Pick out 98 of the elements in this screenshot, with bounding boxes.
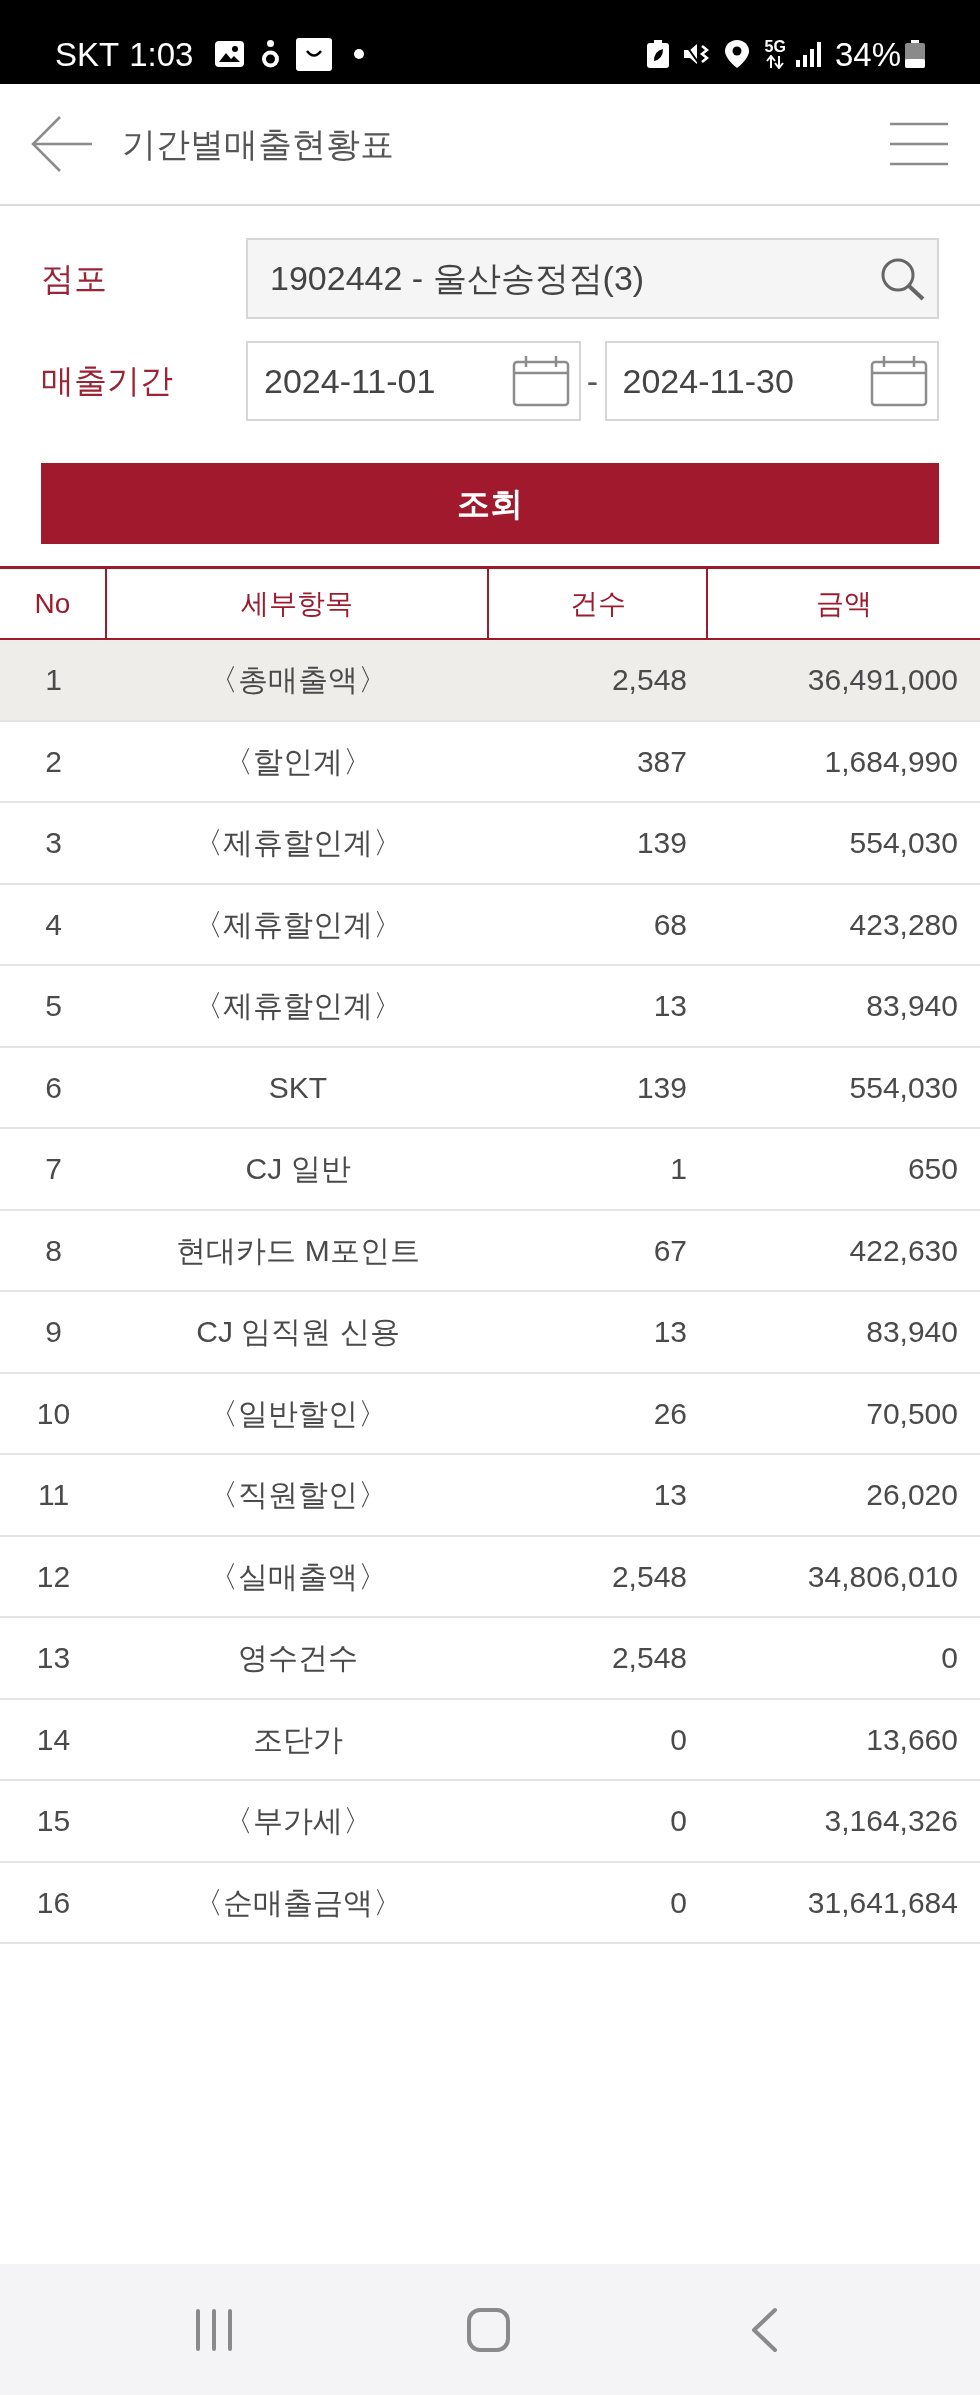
page-title: 기간별매출현황표 <box>122 123 394 165</box>
table-cell-text: 67 <box>652 1232 688 1269</box>
end-date-field[interactable]: 2024-11-30 <box>604 341 939 421</box>
data-arrows-icon <box>765 55 786 69</box>
home-icon[interactable] <box>467 2307 510 2352</box>
table-cell-text: 13 <box>35 1640 72 1677</box>
table-cell-text: 26,020 <box>865 1477 959 1514</box>
network-type: 5G <box>764 39 786 55</box>
store-field[interactable]: 1902442 - 울산송정점(3) <box>246 238 939 319</box>
query-button[interactable]: 조회 <box>41 463 939 544</box>
date-separator: - <box>585 360 600 402</box>
calendar-icon[interactable] <box>870 355 928 407</box>
table-cell-text: 6 <box>44 1069 63 1106</box>
nav-back-icon[interactable] <box>751 2306 778 2353</box>
table-cell-text: 0 <box>669 1884 688 1921</box>
column-header: 건수 <box>489 569 708 638</box>
calendar-icon[interactable] <box>511 355 570 407</box>
table-cell-text: 422,630 <box>848 1232 959 1269</box>
table-cell-text: 영수건수 <box>237 1640 359 1677</box>
table-cell-text: 554,030 <box>848 1069 959 1106</box>
table-cell-text: SKT <box>267 1069 329 1106</box>
table-cell-text: 15 <box>35 1803 72 1840</box>
table-cell-text: 〈총매출액〉 <box>207 662 389 699</box>
table-cell-text: 13 <box>652 1314 688 1351</box>
bag-icon <box>296 37 333 71</box>
table-cell-text: 1 <box>44 662 63 699</box>
carrier-name: SKT <box>55 37 120 71</box>
table-cell-text: 83,940 <box>865 988 959 1025</box>
table-cell-text: 13 <box>652 1477 688 1514</box>
table-cell-text: 〈일반할인〉 <box>207 1395 389 1432</box>
table-cell-text: 2,548 <box>610 1558 688 1595</box>
table-cell-text: 554,030 <box>848 825 959 862</box>
back-arrow-icon[interactable] <box>30 115 93 173</box>
menu-icon[interactable] <box>890 122 948 166</box>
table-cell-text: 〈할인계〉 <box>222 743 374 780</box>
battery-icon <box>905 40 925 68</box>
table-cell-text: 139 <box>635 1069 688 1106</box>
table-cell-text: 0 <box>940 1640 959 1677</box>
table-cell-text: 13,660 <box>865 1721 959 1758</box>
column-header: No <box>0 569 107 638</box>
table-cell-text: 〈제휴할인계〉 <box>192 906 404 943</box>
ring-icon <box>262 40 280 68</box>
table-cell-text: 70,500 <box>865 1395 959 1432</box>
table-cell-text: 31,641,684 <box>806 1884 959 1921</box>
table-cell-text: 〈제휴할인계〉 <box>192 825 404 862</box>
mute-icon <box>682 41 711 67</box>
table-cell-text: 10 <box>35 1395 72 1432</box>
table-cell-text: 14 <box>35 1721 72 1758</box>
search-icon[interactable] <box>879 256 925 301</box>
table-cell-text: 현대카드 M포인트 <box>175 1232 421 1269</box>
battery-leaf-icon <box>646 40 669 68</box>
table-cell-text: 〈부가세〉 <box>222 1803 374 1840</box>
table-cell-text: 〈제휴할인계〉 <box>192 988 404 1025</box>
table-cell-text: 83,940 <box>865 1314 959 1351</box>
table-cell-text: 650 <box>906 1151 959 1188</box>
table-cell-text: 1 <box>669 1151 688 1188</box>
table-cell-text: 387 <box>635 743 688 780</box>
table-cell-text: 0 <box>669 1803 688 1840</box>
column-header: 세부항목 <box>107 569 489 638</box>
table-cell-text: 9 <box>44 1314 63 1351</box>
table-cell-text: 2,548 <box>610 1640 688 1677</box>
table-cell-text: 5 <box>44 988 63 1025</box>
battery-percent: 34% <box>834 37 901 71</box>
field-label: 매출기간 <box>41 362 173 400</box>
table-cell-text: 2,548 <box>610 662 688 699</box>
table-cell-text: 〈실매출액〉 <box>207 1558 389 1595</box>
table-cell-text: 13 <box>652 988 688 1025</box>
table-cell-text: 11 <box>36 1477 71 1514</box>
table-cell-text: 3,164,326 <box>823 1803 959 1840</box>
table-cell-text: 1,684,990 <box>823 743 959 780</box>
table-cell-text: 8 <box>44 1232 63 1269</box>
clock-time: 1:03 <box>129 37 194 71</box>
table-cell-text: 3 <box>44 825 63 862</box>
table-cell-text: CJ 임직원 신용 <box>195 1314 401 1351</box>
table-cell-text: 0 <box>669 1721 688 1758</box>
table-cell-text: 34,806,010 <box>806 1558 959 1595</box>
table-cell-text: 36,491,000 <box>806 662 959 699</box>
table-cell-text: 26 <box>652 1395 688 1432</box>
image-icon <box>215 41 245 67</box>
location-icon <box>724 40 749 68</box>
recent-apps-icon[interactable] <box>195 2307 233 2352</box>
column-header: 금액 <box>815 586 873 621</box>
table-cell-text: 139 <box>635 825 688 862</box>
table-cell-text: 〈직원할인〉 <box>207 1477 389 1514</box>
table-cell-text: 16 <box>35 1884 72 1921</box>
table-cell-text: CJ 일반 <box>244 1151 352 1188</box>
table-cell-text: 423,280 <box>848 906 959 943</box>
table-cell-text: 〈순매출금액〉 <box>192 1884 404 1921</box>
table-cell-text: 12 <box>35 1558 72 1595</box>
field-label: 점포 <box>41 259 107 297</box>
signal-icon <box>795 41 823 67</box>
table-cell-text: 2 <box>44 743 63 780</box>
table-cell-text: 68 <box>652 906 688 943</box>
table-cell-text: 조단가 <box>252 1721 344 1758</box>
start-date-field[interactable]: 2024-11-01 <box>246 341 581 421</box>
table-cell-text: 7 <box>44 1151 63 1188</box>
dot-icon <box>354 49 365 59</box>
table-cell-text: 4 <box>44 906 63 943</box>
